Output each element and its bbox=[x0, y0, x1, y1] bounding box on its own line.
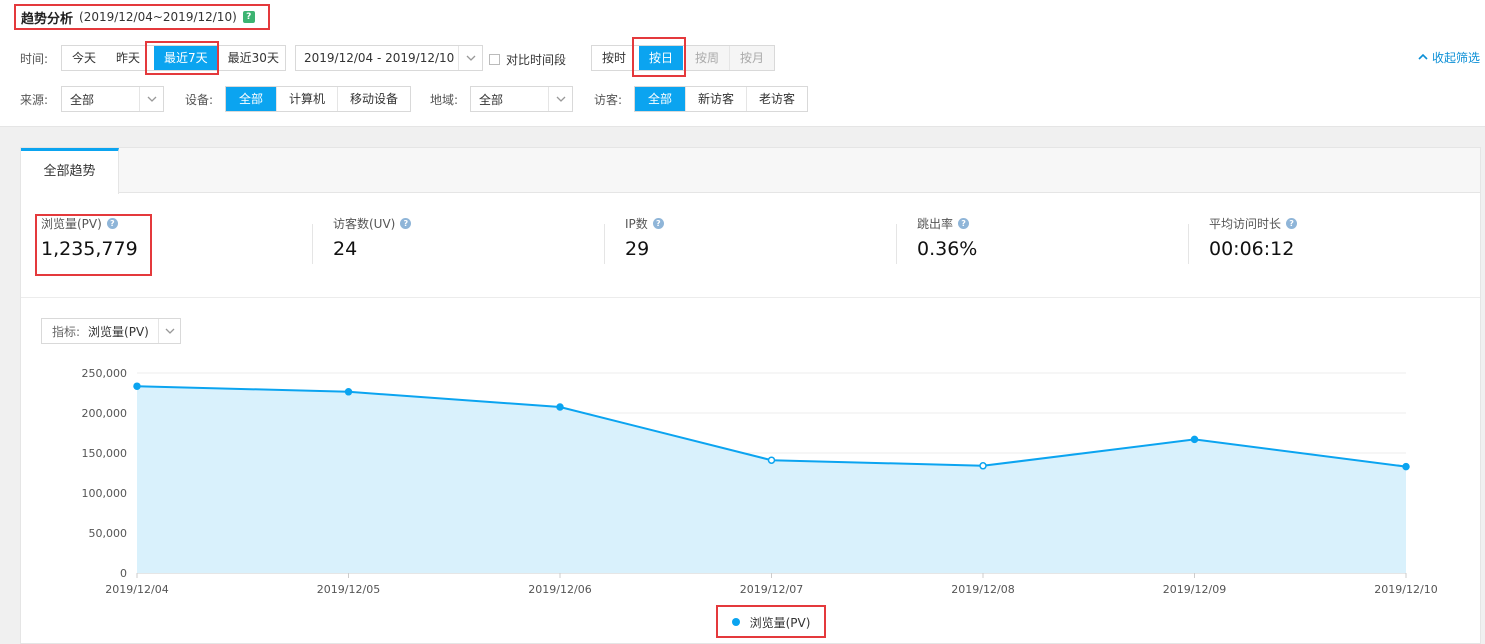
source-select[interactable]: 全部 bbox=[61, 86, 164, 112]
legend-dot bbox=[731, 618, 740, 626]
visitor-button-group: 全部 新访客 老访客 bbox=[634, 86, 809, 112]
date-range-select[interactable]: 2019/12/04 - 2019/12/10 bbox=[295, 45, 483, 71]
help-icon[interactable]: ? bbox=[242, 11, 255, 23]
x-tick-label: 2019/12/04 bbox=[105, 583, 168, 596]
time-yesterday-button[interactable]: 昨天 bbox=[106, 46, 151, 70]
filter-panel: 趋势分析 (2019/12/04~2019/12/10) ? 时间: 今天 昨天… bbox=[0, 0, 1485, 127]
x-tick-label: 2019/12/08 bbox=[951, 583, 1014, 596]
device-computer-button[interactable]: 计算机 bbox=[277, 87, 339, 111]
visitor-returning-button[interactable]: 老访客 bbox=[747, 87, 808, 111]
y-tick-label: 100,000 bbox=[82, 487, 128, 500]
by-week-button: 按周 bbox=[685, 46, 731, 70]
source-label: 来源: bbox=[20, 93, 49, 107]
time-today-button[interactable]: 今天 bbox=[62, 46, 107, 70]
y-tick-label: 0 bbox=[120, 567, 127, 580]
page-title-text: 趋势分析 bbox=[21, 11, 74, 27]
device-all-button[interactable]: 全部 bbox=[226, 87, 278, 111]
x-tick-label: 2019/12/09 bbox=[1163, 583, 1226, 596]
y-tick-label: 50,000 bbox=[89, 527, 128, 540]
by-day-button[interactable]: 按日 bbox=[639, 46, 684, 70]
compare-checkbox[interactable]: 对比时间段 bbox=[489, 51, 566, 68]
data-point bbox=[767, 456, 776, 464]
time-button-group: 今天 昨天 最近7天 最近30天 bbox=[61, 45, 286, 71]
x-tick-label: 2019/12/07 bbox=[740, 583, 803, 596]
data-point bbox=[556, 403, 564, 411]
data-point bbox=[1402, 462, 1410, 471]
x-tick-label: 2019/12/05 bbox=[317, 583, 380, 596]
y-tick-label: 150,000 bbox=[82, 447, 128, 460]
page-title: 趋势分析 (2019/12/04~2019/12/10) ? bbox=[14, 4, 270, 30]
data-point bbox=[1190, 435, 1199, 444]
time-label: 时间: bbox=[20, 52, 49, 66]
chart-legend[interactable]: 浏览量(PV) bbox=[717, 606, 825, 638]
trend-card: 全部趋势 浏览量(PV)? 1,235,779 访客数(UV)? 24 IP数?… bbox=[20, 147, 1481, 644]
by-hour-button[interactable]: 按时 bbox=[592, 46, 637, 70]
data-point bbox=[133, 382, 141, 390]
source-value: 全部 bbox=[70, 92, 95, 107]
visitor-label: 访客: bbox=[594, 93, 623, 107]
chevron-up-icon bbox=[1418, 52, 1428, 63]
data-point bbox=[344, 388, 353, 396]
date-range-value: 2019/12/04 - 2019/12/10 bbox=[304, 51, 455, 65]
device-mobile-button[interactable]: 移动设备 bbox=[338, 87, 411, 111]
trend-chart: 250,000 200,000 150,000 100,000 50,000 0 2019/… bbox=[82, 367, 1438, 596]
region-select[interactable]: 全部 bbox=[470, 86, 573, 112]
chevron-down-icon bbox=[139, 87, 163, 111]
x-tick-label: 2019/12/10 bbox=[1374, 583, 1437, 596]
device-button-group: 全部 计算机 移动设备 bbox=[225, 86, 412, 112]
granularity-button-group: 按时 按日 按周 按月 bbox=[591, 45, 776, 71]
by-month-button: 按月 bbox=[730, 46, 775, 70]
x-tick-label: 2019/12/06 bbox=[528, 583, 591, 596]
visitor-new-button[interactable]: 新访客 bbox=[686, 87, 748, 111]
time-last30-button[interactable]: 最近30天 bbox=[221, 46, 285, 70]
y-tick-label: 200,000 bbox=[82, 407, 128, 420]
collapse-filter-label: 收起筛选 bbox=[1431, 51, 1480, 65]
series-area bbox=[137, 386, 1406, 573]
chevron-down-icon bbox=[458, 46, 482, 70]
legend-label: 浏览量(PV) bbox=[749, 615, 811, 630]
page-title-range: (2019/12/04~2019/12/10) bbox=[79, 10, 237, 24]
y-tick-label: 250,000 bbox=[82, 367, 128, 380]
data-point bbox=[979, 462, 987, 470]
checkbox-icon[interactable] bbox=[489, 54, 500, 65]
device-label: 设备: bbox=[185, 93, 214, 107]
region-value: 全部 bbox=[479, 92, 504, 107]
time-last7-button[interactable]: 最近7天 bbox=[154, 46, 218, 70]
collapse-filter-link[interactable]: 收起筛选 bbox=[1418, 49, 1480, 66]
chevron-down-icon bbox=[548, 87, 572, 111]
visitor-all-button[interactable]: 全部 bbox=[635, 87, 687, 111]
region-label: 地域: bbox=[430, 93, 459, 107]
compare-label: 对比时间段 bbox=[506, 53, 567, 67]
